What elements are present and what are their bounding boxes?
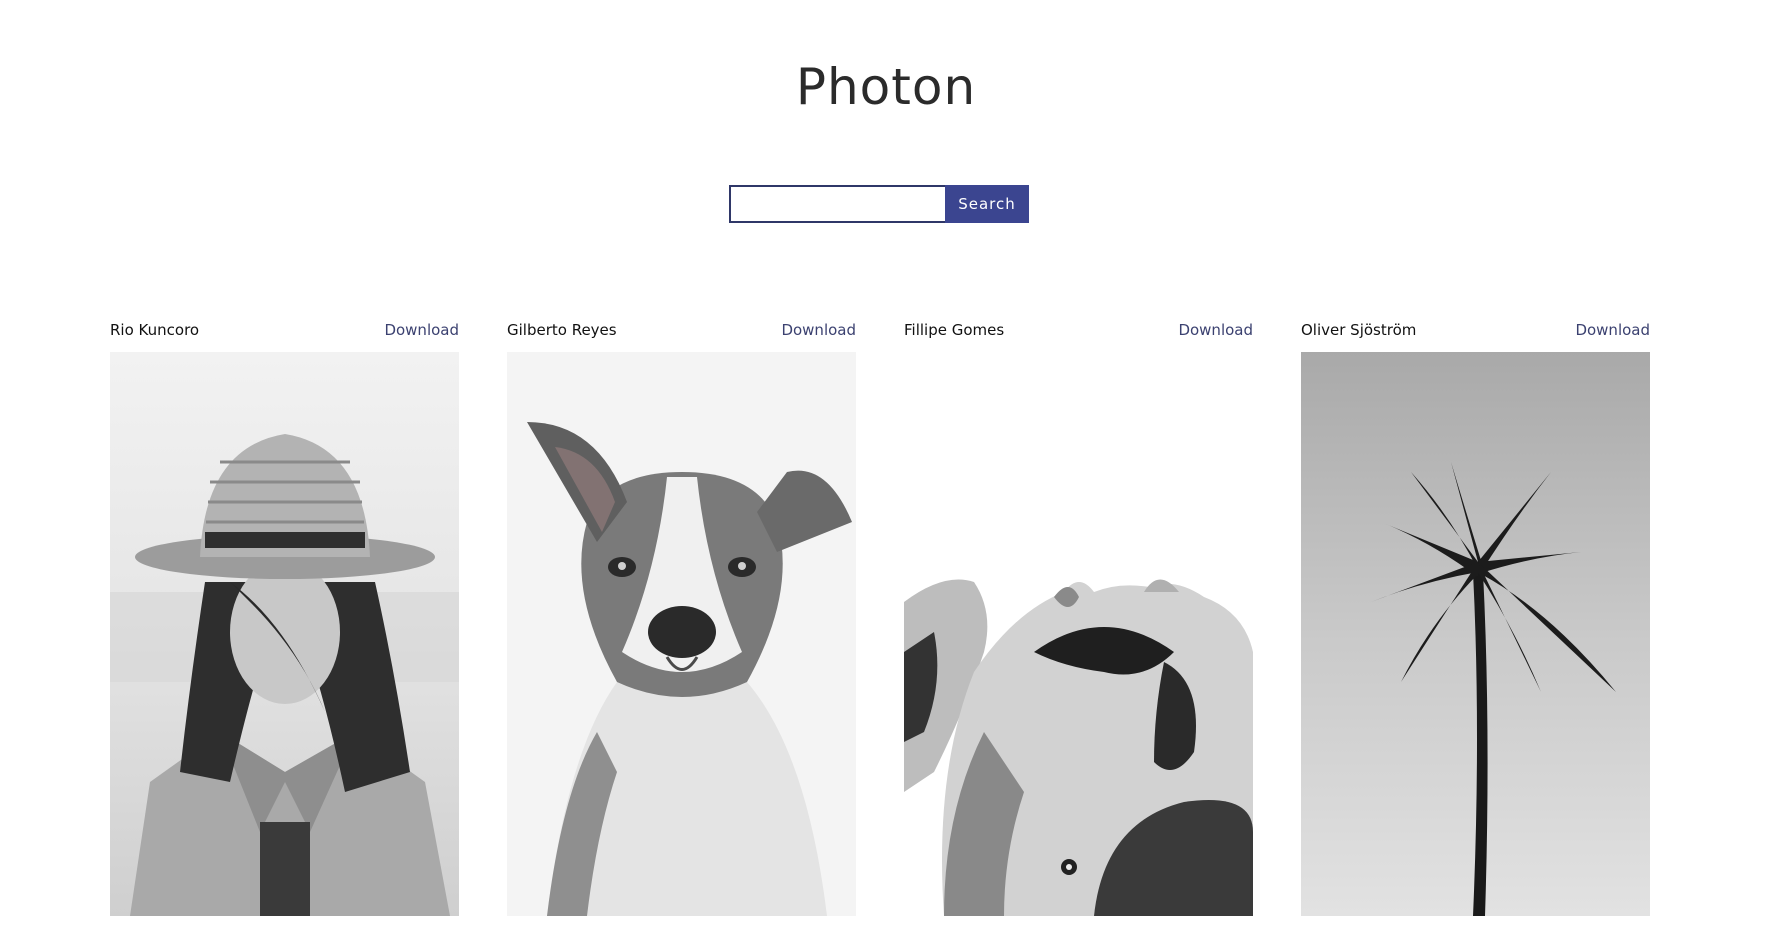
photo-woman-in-hat[interactable] xyxy=(110,352,459,916)
photo-image xyxy=(110,352,459,916)
photo-image xyxy=(904,352,1253,916)
photographer-name: Rio Kuncoro xyxy=(110,321,200,339)
photo-card: Gilberto Reyes Download xyxy=(507,321,856,916)
download-link[interactable]: Download xyxy=(781,321,856,339)
photo-face-with-petals[interactable] xyxy=(904,352,1253,916)
search-form: Search xyxy=(729,185,1029,223)
photo-card: Fillipe Gomes Download xyxy=(904,321,1253,916)
photo-card-header: Oliver Sjöström Download xyxy=(1301,321,1650,352)
search-button[interactable]: Search xyxy=(945,185,1029,223)
search-input[interactable] xyxy=(729,185,945,223)
photo-card-header: Rio Kuncoro Download xyxy=(110,321,459,352)
photographer-name: Fillipe Gomes xyxy=(904,321,1005,339)
photo-card-header: Gilberto Reyes Download xyxy=(507,321,856,352)
photo-card: Oliver Sjöström Download xyxy=(1301,321,1650,916)
photographer-name: Oliver Sjöström xyxy=(1301,321,1417,339)
photo-palm-tree[interactable] xyxy=(1301,352,1650,916)
photo-image xyxy=(507,352,856,916)
photo-card: Rio Kuncoro Download xyxy=(110,321,459,916)
download-link[interactable]: Download xyxy=(1178,321,1253,339)
page-title: Photon xyxy=(795,58,977,116)
photo-image xyxy=(1301,352,1650,916)
photo-card-header: Fillipe Gomes Download xyxy=(904,321,1253,352)
photo-gallery: Rio Kuncoro Download Gilberto Reyes Down… xyxy=(110,321,1650,916)
photographer-name: Gilberto Reyes xyxy=(507,321,617,339)
download-link[interactable]: Download xyxy=(1575,321,1650,339)
download-link[interactable]: Download xyxy=(384,321,459,339)
photo-dog-portrait[interactable] xyxy=(507,352,856,916)
